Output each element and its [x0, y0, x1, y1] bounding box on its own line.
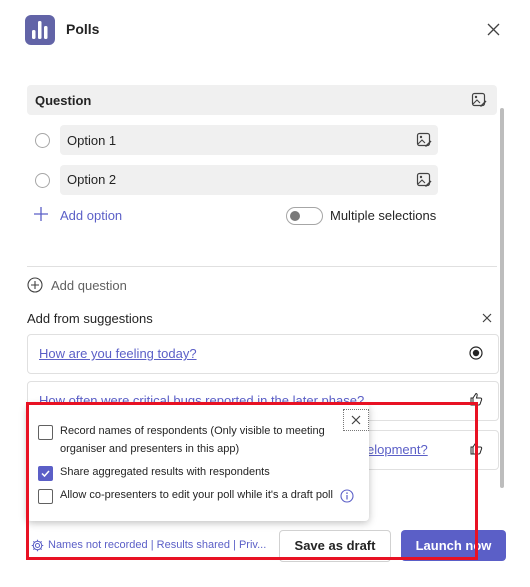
thumbs-up-icon — [470, 441, 483, 455]
suggestion-like-button[interactable] — [469, 392, 483, 406]
settings-summary-link[interactable]: Names not recorded | Results shared | Pr… — [48, 539, 266, 551]
app-title: Polls — [66, 21, 100, 37]
edit-image-icon — [471, 92, 487, 107]
question-field[interactable] — [27, 85, 497, 115]
record-names-label: Record names of respondents (Only visibl… — [60, 425, 325, 455]
option-2-field[interactable] — [60, 165, 438, 195]
add-option-label[interactable]: Add option — [60, 208, 122, 223]
close-button[interactable] — [484, 20, 504, 40]
suggestions-title: Add from suggestions — [27, 311, 153, 326]
circle-plus-icon — [27, 277, 43, 293]
toggle-knob — [290, 211, 300, 221]
close-icon — [487, 23, 500, 36]
question-edit-image-button[interactable] — [471, 92, 487, 108]
plus-icon — [34, 207, 48, 221]
info-button[interactable] — [340, 489, 354, 503]
share-results-label: Share aggregated results with respondent… — [60, 466, 270, 478]
add-option-button[interactable] — [33, 206, 49, 227]
record-names-checkbox[interactable] — [38, 425, 53, 440]
option-2-text: Option 2 — [67, 172, 117, 187]
launch-now-button[interactable]: Launch now — [401, 530, 506, 561]
multiple-selections-label: Multiple selections — [330, 208, 437, 223]
close-icon — [482, 313, 492, 323]
polls-app-icon — [25, 15, 55, 45]
question-label: Question — [35, 93, 92, 108]
info-icon — [340, 489, 354, 503]
option-2-radio[interactable] — [35, 173, 50, 188]
checkmark-icon — [41, 470, 50, 478]
save-as-draft-button[interactable]: Save as draft — [279, 530, 391, 562]
suggestion-like-button[interactable] — [469, 441, 483, 455]
option-1-text: Option 1 — [67, 133, 117, 148]
option-1-field[interactable] — [60, 125, 438, 155]
option-1-edit-image-button[interactable] — [416, 132, 432, 148]
radio-selected-icon — [469, 346, 483, 360]
suggestion-text[interactable]: elopment? — [367, 442, 428, 457]
scrollbar[interactable] — [500, 108, 504, 488]
edit-image-icon — [416, 132, 432, 147]
suggestion-text[interactable]: How are you feeling today? — [39, 346, 197, 361]
share-results-checkbox[interactable] — [38, 466, 53, 481]
gear-icon — [31, 539, 44, 552]
settings-button[interactable] — [31, 539, 44, 557]
option-2-edit-image-button[interactable] — [416, 172, 432, 188]
thumbs-up-icon — [470, 392, 483, 406]
suggestion-select-button[interactable] — [469, 346, 483, 360]
poll-bars-icon — [32, 21, 48, 39]
add-question-label[interactable]: Add question — [51, 278, 127, 293]
allow-copresenters-label: Allow co-presenters to edit your poll wh… — [60, 489, 333, 501]
option-1-radio[interactable] — [35, 133, 50, 148]
add-question-button[interactable] — [27, 277, 43, 298]
divider — [27, 266, 497, 267]
edit-image-icon — [416, 172, 432, 187]
suggestions-close-button[interactable] — [480, 311, 494, 325]
multiple-selections-toggle[interactable] — [286, 207, 323, 225]
allow-copresenters-checkbox[interactable] — [38, 489, 53, 504]
